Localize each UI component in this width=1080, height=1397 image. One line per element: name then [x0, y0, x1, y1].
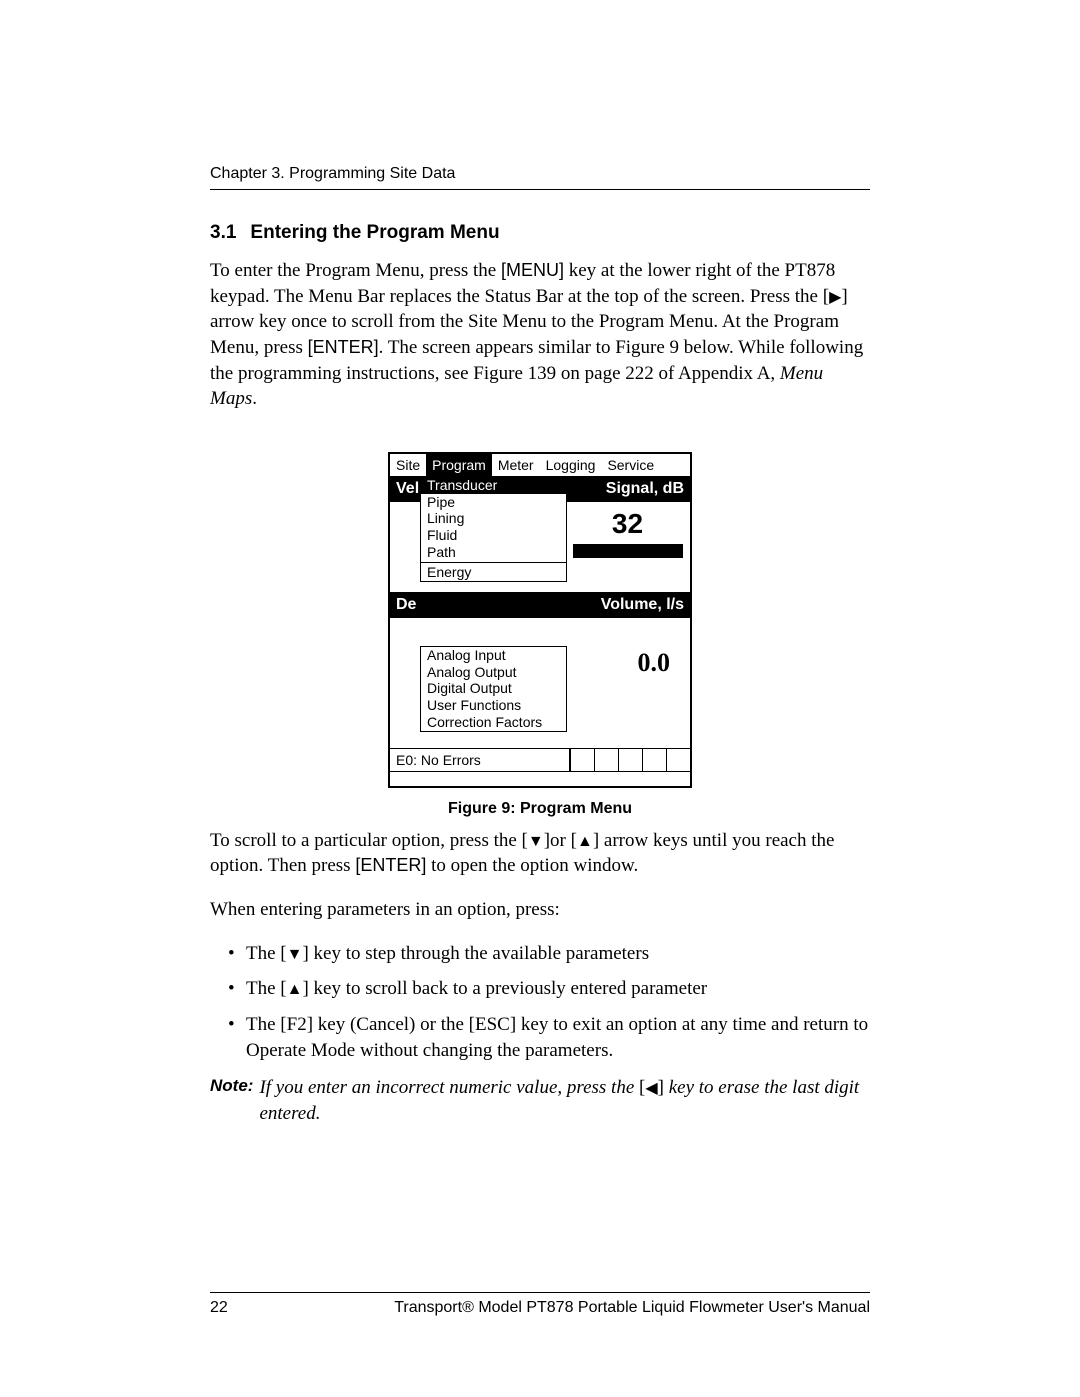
down-arrow-icon: ▼	[528, 834, 544, 850]
key-enter: [ENTER]	[308, 337, 379, 357]
tab-service[interactable]: Service	[601, 454, 660, 476]
dd-lining[interactable]: Lining	[421, 510, 566, 527]
up-arrow-icon: ▲	[287, 982, 303, 998]
bullet-list: The [▼] key to step through the availabl…	[210, 941, 870, 1064]
note: Note: If you enter an incorrect numeric …	[210, 1075, 870, 1126]
signal-bar	[573, 544, 683, 558]
paragraph-2: To scroll to a particular option, press …	[210, 828, 870, 879]
down-arrow-icon: ▼	[287, 947, 303, 963]
page-number: 22	[210, 1299, 228, 1317]
page-footer: 22 Transport® Model PT878 Portable Liqui…	[210, 1292, 870, 1317]
error-text: E0: No Errors	[390, 749, 570, 772]
program-dropdown-group2[interactable]: Analog Input Analog Output Digital Outpu…	[420, 646, 567, 732]
dd-transducer[interactable]: Transducer	[421, 477, 566, 494]
key-menu: [MENU]	[501, 260, 564, 280]
section-heading: 3.1 Entering the Program Menu	[210, 222, 870, 244]
status-cell	[642, 749, 666, 772]
menu-bar: Site Program Meter Logging Service	[390, 454, 690, 476]
row2-left: De	[396, 596, 416, 614]
left-arrow-icon: ◀	[645, 1081, 657, 1097]
dd-fluid[interactable]: Fluid	[421, 527, 566, 544]
bottom-strip	[390, 772, 690, 786]
tab-program[interactable]: Program	[426, 454, 492, 476]
up-arrow-icon: ▲	[577, 834, 593, 850]
dd-correction-factors[interactable]: Correction Factors	[421, 714, 566, 731]
dd-pipe[interactable]: Pipe	[421, 494, 566, 511]
footer-rule	[210, 1292, 870, 1293]
footer-title: Transport® Model PT878 Portable Liquid F…	[394, 1299, 870, 1317]
header-rule	[210, 189, 870, 190]
dd-analog-input[interactable]: Analog Input	[421, 647, 566, 664]
signal-value: 32	[565, 508, 690, 540]
dd-analog-output[interactable]: Analog Output	[421, 664, 566, 681]
key-enter: [ENTER]	[355, 855, 426, 875]
device-screen: Site Program Meter Logging Service Vel S…	[388, 452, 692, 788]
note-label: Note:	[210, 1075, 253, 1126]
row1-right: Signal, dB	[606, 480, 684, 498]
tab-site[interactable]: Site	[390, 454, 426, 476]
status-cell	[594, 749, 618, 772]
row2-right: Volume, l/s	[601, 596, 684, 614]
section-number: 3.1	[210, 222, 236, 243]
key-f2: [F2]	[280, 1014, 313, 1035]
program-dropdown-group1[interactable]: Transducer Pipe Lining Fluid Path Energy	[420, 476, 567, 582]
key-esc: [ESC]	[469, 1014, 517, 1035]
paragraph-3: When entering parameters in an option, p…	[210, 897, 870, 923]
row1-left: Vel	[396, 480, 419, 498]
bullet-3: The [F2] key (Cancel) or the [ESC] key t…	[228, 1012, 870, 1063]
figure-9: Site Program Meter Logging Service Vel S…	[210, 452, 870, 818]
paragraph-1: To enter the Program Menu, press the [ME…	[210, 258, 870, 412]
dd-digital-output[interactable]: Digital Output	[421, 680, 566, 697]
dd-user-functions[interactable]: User Functions	[421, 697, 566, 714]
right-arrow-icon: ▶	[829, 290, 841, 306]
figure-caption: Figure 9: Program Menu	[448, 800, 632, 818]
tab-logging[interactable]: Logging	[540, 454, 602, 476]
status-cell	[666, 749, 690, 772]
bullet-1: The [▼] key to step through the availabl…	[228, 941, 870, 967]
header-row-2: De Volume, l/s	[390, 592, 690, 618]
bullet-2: The [▲] key to scroll back to a previous…	[228, 976, 870, 1002]
status-cell	[618, 749, 642, 772]
status-row: E0: No Errors	[390, 748, 690, 772]
dd-path[interactable]: Path	[421, 544, 566, 561]
section-title: Entering the Program Menu	[250, 222, 499, 243]
tab-meter[interactable]: Meter	[492, 454, 540, 476]
status-cell	[570, 749, 594, 772]
dd-energy[interactable]: Energy	[421, 564, 566, 581]
chapter-header: Chapter 3. Programming Site Data	[210, 165, 870, 183]
